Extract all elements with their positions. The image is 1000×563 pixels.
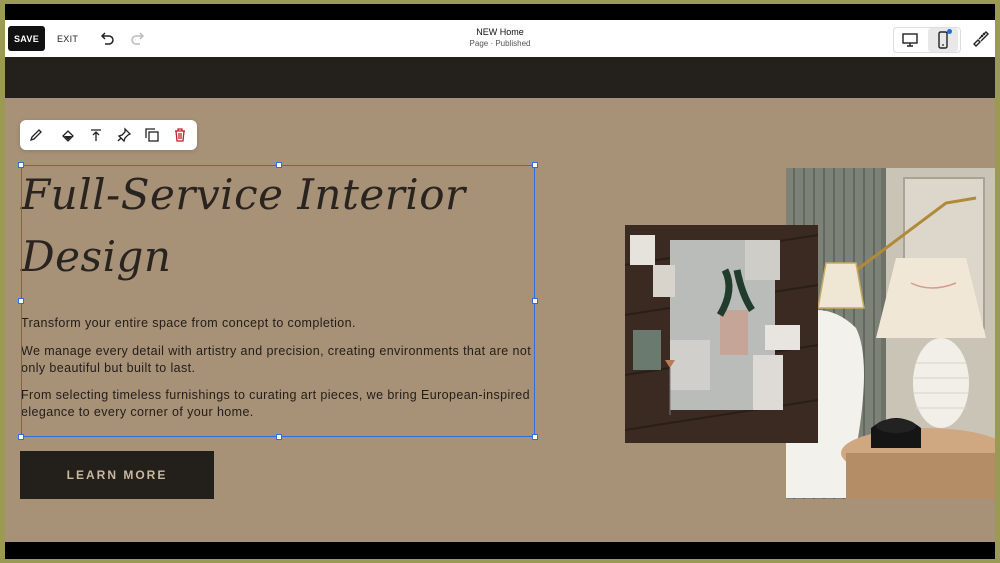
paintbrush-icon[interactable] — [971, 29, 989, 47]
editor-topbar: SAVE EXIT NEW Home Page · Published — [5, 20, 995, 57]
align-top-icon[interactable] — [88, 127, 104, 143]
resize-handle-nw[interactable] — [18, 162, 24, 168]
resize-handle-sw[interactable] — [18, 434, 24, 440]
mobile-view-button[interactable] — [928, 28, 958, 52]
page-status: Page · Published — [469, 39, 531, 48]
moodboard-photo[interactable] — [625, 225, 818, 443]
pencil-icon[interactable] — [28, 127, 44, 143]
resize-handle-w[interactable] — [18, 298, 24, 304]
resize-handle-n[interactable] — [276, 162, 282, 168]
footer-band — [5, 542, 995, 559]
learn-more-button[interactable]: LEARN MORE — [20, 451, 214, 499]
header-band — [5, 57, 995, 98]
resize-handle-s[interactable] — [276, 434, 282, 440]
device-toggle — [893, 27, 961, 53]
mobile-icon — [938, 31, 948, 49]
editor-frame: SAVE EXIT NEW Home Page · Published Full… — [5, 4, 995, 559]
notification-dot — [947, 29, 952, 34]
resize-handle-ne[interactable] — [532, 162, 538, 168]
desktop-icon[interactable] — [901, 32, 919, 48]
text-block-selection[interactable] — [18, 162, 538, 440]
block-toolbar — [20, 120, 197, 150]
resize-handle-e[interactable] — [532, 298, 538, 304]
page-title[interactable]: NEW Home — [5, 27, 995, 37]
resize-handle-se[interactable] — [532, 434, 538, 440]
pin-icon[interactable] — [116, 127, 132, 143]
fill-icon[interactable] — [60, 127, 76, 143]
duplicate-icon[interactable] — [144, 127, 160, 143]
hero-section[interactable]: Full-Service Interior Design Transform y… — [5, 98, 995, 542]
trash-icon[interactable] — [172, 127, 188, 143]
